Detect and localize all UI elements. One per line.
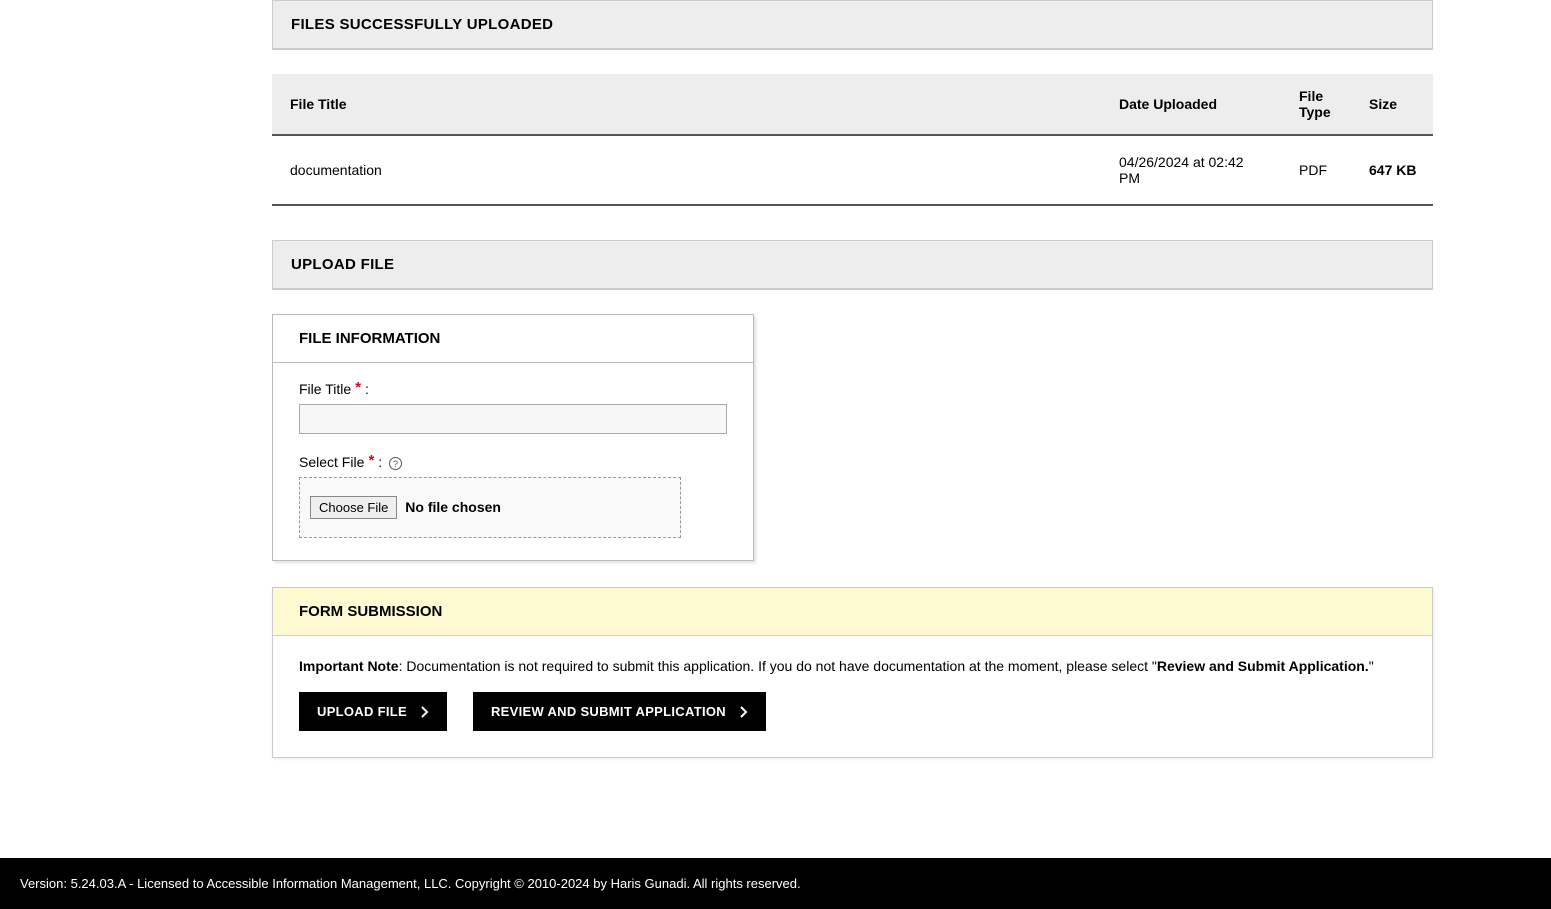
upload-file-button[interactable]: UPLOAD FILE <box>299 692 447 731</box>
form-submission-header: FORM SUBMISSION <box>273 588 1432 636</box>
col-header-file-type: File Type <box>1283 74 1353 135</box>
file-information-title: FILE INFORMATION <box>299 330 727 347</box>
cell-size: 647 KB <box>1353 135 1433 205</box>
chevron-right-icon <box>421 706 429 718</box>
select-file-label-text: Select File <box>299 454 364 470</box>
cell-file-type: PDF <box>1283 135 1353 205</box>
files-uploaded-panel: FILES SUCCESSFULLY UPLOADED <box>272 0 1433 50</box>
cell-file-title: documentation <box>272 135 1103 205</box>
file-information-card: FILE INFORMATION File Title * : Select F… <box>272 314 754 561</box>
files-uploaded-header: FILES SUCCESSFULLY UPLOADED <box>273 1 1432 49</box>
upload-file-panel: UPLOAD FILE <box>272 240 1433 290</box>
required-star-icon: * <box>364 452 374 469</box>
file-title-input[interactable] <box>299 404 727 434</box>
upload-file-title: UPLOAD FILE <box>291 256 1414 273</box>
file-title-label-text: File Title <box>299 381 351 397</box>
upload-file-header: UPLOAD FILE <box>273 241 1432 289</box>
file-title-label: File Title * : <box>299 381 727 398</box>
required-star-icon: * <box>351 379 361 396</box>
col-header-file-title: File Title <box>272 74 1103 135</box>
help-icon[interactable]: ? <box>389 457 402 470</box>
page-footer: Version: 5.24.03.A - Licensed to Accessi… <box>0 858 1551 909</box>
table-row: documentation 04/26/2024 at 02:42 PM PDF… <box>272 135 1433 205</box>
important-note-text: : Documentation is not required to submi… <box>399 658 1157 674</box>
important-note-end: " <box>1369 658 1374 674</box>
form-submission-panel: FORM SUBMISSION Important Note: Document… <box>272 587 1433 758</box>
files-table: File Title Date Uploaded File Type Size … <box>272 74 1433 206</box>
file-drop-zone[interactable]: Choose File No file chosen <box>299 477 681 538</box>
no-file-chosen-text: No file chosen <box>405 499 501 515</box>
review-submit-button[interactable]: REVIEW AND SUBMIT APPLICATION <box>473 692 766 731</box>
col-header-size: Size <box>1353 74 1433 135</box>
important-note: Important Note: Documentation is not req… <box>299 658 1406 674</box>
important-note-action: Review and Submit Application. <box>1157 658 1369 674</box>
review-submit-button-label: REVIEW AND SUBMIT APPLICATION <box>491 704 726 719</box>
form-submission-title: FORM SUBMISSION <box>299 603 1406 620</box>
important-note-label: Important Note <box>299 658 399 674</box>
footer-text: Version: 5.24.03.A - Licensed to Accessi… <box>20 876 801 891</box>
col-header-date-uploaded: Date Uploaded <box>1103 74 1283 135</box>
chevron-right-icon <box>740 706 748 718</box>
choose-file-button[interactable]: Choose File <box>310 496 397 519</box>
files-uploaded-title: FILES SUCCESSFULLY UPLOADED <box>291 16 1414 33</box>
file-information-header: FILE INFORMATION <box>273 315 753 363</box>
select-file-label: Select File * : ? <box>299 454 727 471</box>
upload-file-button-label: UPLOAD FILE <box>317 704 407 719</box>
cell-date-uploaded: 04/26/2024 at 02:42 PM <box>1103 135 1283 205</box>
